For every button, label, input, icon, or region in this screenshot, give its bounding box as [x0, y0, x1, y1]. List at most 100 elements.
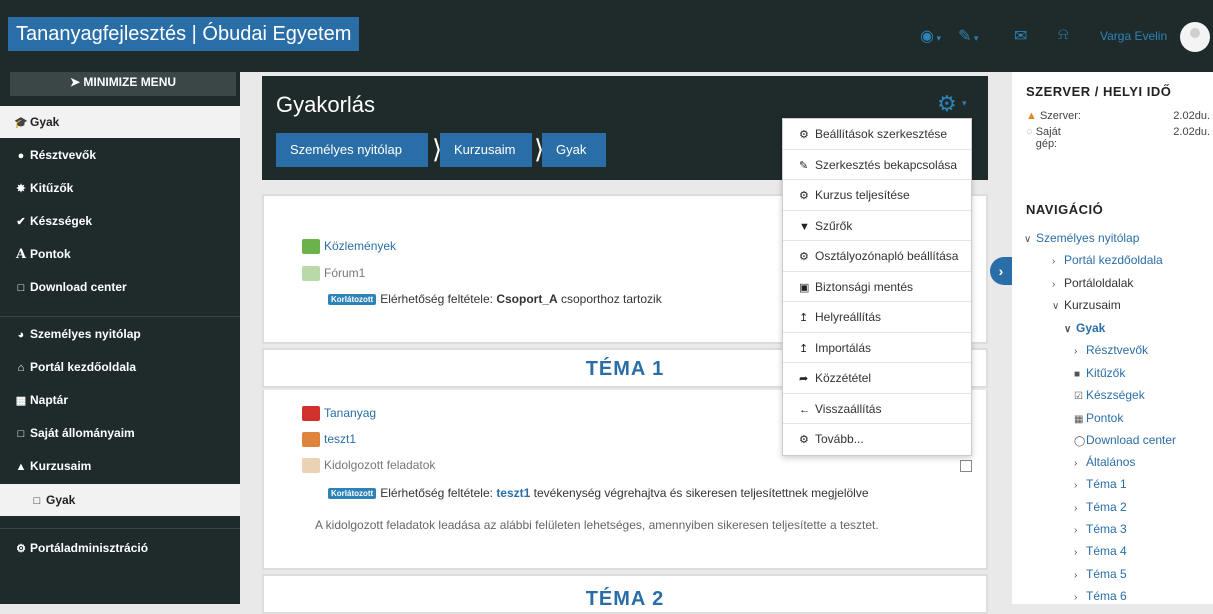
restriction-note: Korlátozott Elérhetőség feltétele: teszt1… — [328, 486, 869, 500]
paint-brush-icon[interactable]: ✎ ▾ — [958, 26, 978, 46]
forum-icon — [302, 266, 320, 282]
envelope-icon[interactable]: ✉ — [1014, 26, 1027, 46]
nav-node-tema-5[interactable]: › Téma 5 — [1074, 567, 1127, 581]
nav-node-gyak[interactable]: ∨ Gyak — [1064, 321, 1105, 335]
menu-item-osztalyozonaplo[interactable]: ⚙ Osztályozónapló beállítása — [783, 241, 971, 272]
user-menu-name[interactable]: Varga Evelin — [1100, 29, 1167, 43]
nav-item-gyak[interactable]: 🎓 Gyak — [0, 106, 240, 138]
nav-node-keszsegek[interactable]: ☑ Készségek — [1074, 388, 1145, 402]
nav-node-szemelyes-nyitolap[interactable]: ∨ Személyes nyitólap — [1024, 231, 1139, 245]
nav-node-tema-2[interactable]: › Téma 2 — [1074, 500, 1127, 514]
nav-item-pontok[interactable]: A Pontok — [0, 238, 240, 270]
menu-item-kurzus-teljesitese[interactable]: ⚙ Kurzus teljesítése — [783, 180, 971, 211]
course-settings-menu: ⚙ Beállítások szerkesztése ✎ Szerkesztés b… — [782, 118, 972, 456]
globe-icon[interactable]: ◉ ▾ — [920, 26, 941, 46]
nav-divider — [0, 528, 240, 529]
gear-icon[interactable]: ⚙ — [937, 91, 957, 117]
bell-icon[interactable]: ⍾ — [1058, 26, 1069, 44]
menu-item-helyreallitas[interactable]: ↥ Helyreállítás — [783, 302, 971, 333]
condition-link-teszt1[interactable]: teszt1 — [496, 486, 530, 500]
cogs-icon: ⚙ — [16, 543, 26, 555]
chevron-down-icon: ∨ — [1052, 301, 1060, 312]
nav-node-pontok[interactable]: ▦ Pontok — [1074, 411, 1123, 425]
chevron-down-icon[interactable]: ▾ — [962, 98, 967, 109]
nav-item-keszsegek[interactable]: ✔ Készségek — [0, 205, 240, 237]
activity-teszt1[interactable]: teszt1 — [302, 432, 356, 448]
nav-node-portal-kezdooldala[interactable]: › Portál kezdőoldala — [1052, 253, 1163, 267]
menu-item-tovabb[interactable]: ⚙ Tovább... — [783, 424, 971, 455]
download-icon: ◯ — [1074, 436, 1086, 447]
menu-item-szerkesztes[interactable]: ✎ Szerkesztés bekapcsolása — [783, 150, 971, 180]
cog-icon: ⚙ — [799, 434, 809, 446]
cog-icon: ⚙ — [799, 251, 809, 263]
share-icon: ➦ — [799, 373, 809, 385]
minimize-menu-button[interactable]: ➤ MINIMIZE MENU — [10, 72, 236, 96]
page-title: Gyakorlás — [276, 92, 376, 117]
folder-icon: □ — [17, 428, 25, 440]
server-icon: ▲ — [1026, 110, 1040, 122]
computer-icon: ○ — [1026, 126, 1036, 138]
nav-item-szemelyes-nyitolap[interactable]: ◕ Személyes nyitólap — [0, 318, 240, 350]
nav-node-kurzusaim[interactable]: ∨ Kurzusaim — [1052, 298, 1121, 312]
nav-node-altalanos[interactable]: › Általános — [1074, 455, 1135, 469]
filter-icon: ▼ — [799, 220, 810, 233]
shield-icon: ■ — [1074, 369, 1081, 380]
restricted-badge: Korlátozott — [328, 488, 377, 500]
nav-item-kurzusaim[interactable]: ▲ Kurzusaim — [0, 450, 240, 482]
pdf-file-icon — [302, 406, 320, 422]
menu-item-kozzetetel[interactable]: ➦ Közzététel — [783, 363, 971, 394]
menu-item-biztonsagi-mentes[interactable]: ▣ Biztonsági mentés — [783, 272, 971, 302]
server-time-row: ▲ Szerver: 2.02du. — [1026, 110, 1210, 122]
upload-icon: ↥ — [799, 342, 809, 355]
local-time-row: ○ Saját gép: 2.02du. — [1026, 126, 1210, 150]
block-drawer-toggle[interactable]: › — [990, 257, 1012, 285]
folder-icon: □ — [17, 282, 25, 294]
chevron-right-icon: › — [1074, 592, 1078, 603]
avatar[interactable] — [1180, 22, 1210, 52]
assignment-icon — [302, 458, 320, 474]
sitemap-icon: ▲ — [15, 461, 27, 473]
completion-checkbox[interactable] — [960, 460, 972, 472]
chevron-right-icon: › — [1074, 570, 1078, 581]
nav-node-tema-1[interactable]: › Téma 1 — [1074, 477, 1127, 491]
topic-2-header: TÉMA 2 — [262, 574, 988, 614]
chevron-right-icon: › — [1074, 458, 1078, 469]
cog-icon: ⚙ — [799, 129, 809, 141]
nav-divider — [0, 316, 240, 317]
nav-node-tema-6[interactable]: › Téma 6 — [1074, 589, 1127, 603]
nav-node-portaloldalak[interactable]: › Portáloldalak — [1052, 276, 1133, 290]
pencil-icon: ✎ — [799, 159, 809, 172]
nav-node-tema-3[interactable]: › Téma 3 — [1074, 522, 1127, 536]
menu-item-importalas[interactable]: ↥ Importálás — [783, 333, 971, 363]
dashboard-icon: ◕ — [17, 329, 25, 341]
breadcrumb-kurzusaim[interactable]: Kurzusaim — [440, 133, 532, 167]
nav-node-tema-4[interactable]: › Téma 4 — [1074, 544, 1127, 558]
activity-kozlemenyek[interactable]: Közlemények — [302, 239, 396, 255]
breadcrumb-szemelyes-nyitolap[interactable]: Személyes nyitólap — [276, 133, 428, 167]
menu-item-beallitasok[interactable]: ⚙ Beállítások szerkesztése — [783, 119, 971, 150]
table-icon: ▦ — [1074, 414, 1084, 425]
nav-item-gyak-course[interactable]: □ Gyak — [0, 484, 240, 516]
nav-item-resztvevok[interactable]: ● Résztvevők — [0, 139, 240, 171]
nav-item-sajat-allomanyaim[interactable]: □ Saját állományaim — [0, 417, 240, 449]
activity-kidolgozott-feladatok[interactable]: Kidolgozott feladatok — [302, 458, 435, 474]
topic-2-title[interactable]: TÉMA 2 — [264, 588, 986, 611]
chevron-right-icon: › — [1074, 346, 1078, 357]
activity-forum1[interactable]: Fórum1 — [302, 266, 365, 282]
nav-node-download-center[interactable]: ◯Download center — [1074, 433, 1176, 447]
breadcrumb-gyak[interactable]: Gyak — [542, 133, 606, 167]
activity-tananyag[interactable]: Tananyag — [302, 406, 376, 422]
site-name-link[interactable]: Tananyagfejlesztés | Óbudai Egyetem — [8, 17, 360, 51]
nav-item-portaladminisztracio[interactable]: ⚙ Portáladminisztráció — [0, 532, 240, 564]
nav-item-download-center[interactable]: □ Download center — [0, 271, 240, 303]
nav-item-kituzok[interactable]: ✸ Kitűzők — [0, 172, 240, 204]
quiz-icon — [302, 432, 320, 448]
nav-node-kituzok[interactable]: ■ Kitűzők — [1074, 366, 1125, 380]
menu-item-szurok[interactable]: ▼ Szűrők — [783, 211, 971, 241]
nav-item-naptar[interactable]: ▦ Naptár — [0, 384, 240, 416]
nav-item-portal-kezdooldala[interactable]: ⌂ Portál kezdőoldala — [0, 351, 240, 383]
chevron-right-icon: › — [1074, 503, 1078, 514]
grades-icon: A — [15, 247, 27, 262]
menu-item-visszaallitas[interactable]: ← Visszaállítás — [783, 394, 971, 424]
nav-node-resztvevok[interactable]: › Résztvevők — [1074, 343, 1148, 357]
